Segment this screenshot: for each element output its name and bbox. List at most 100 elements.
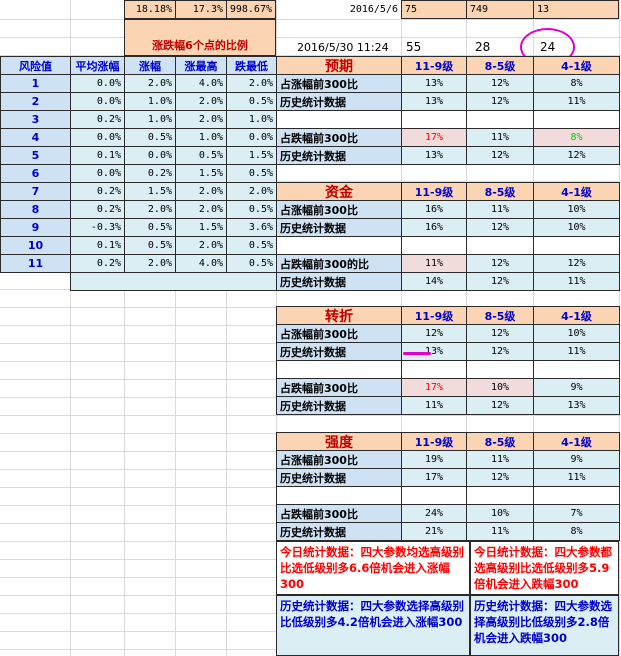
risk-metric: 2.0% [175, 236, 227, 255]
row-label: 占涨幅前300比 [276, 450, 402, 469]
row-value: 12% [466, 146, 534, 165]
row-label: 占涨幅前300比 [276, 74, 402, 93]
left-header-0: 风险值 [0, 56, 71, 75]
row-label: 占跌幅前300比 [276, 504, 402, 523]
risk-value: 1 [0, 74, 71, 93]
left-header-1: 平均涨幅 [70, 56, 125, 75]
row-value [533, 486, 620, 505]
row-value: 10% [533, 218, 620, 237]
row-value: 8% [533, 128, 620, 147]
row-value: 9% [533, 450, 620, 469]
row-value: 16% [401, 218, 467, 237]
risk-metric: 0.2% [70, 200, 125, 219]
risk-metric: 2.0% [226, 182, 277, 201]
row-value: 12% [533, 146, 620, 165]
level-header: 4-1级 [533, 56, 620, 75]
risk-metric: 0.0% [124, 146, 176, 165]
left-header-4: 跌最低 [226, 56, 277, 75]
row-value: 17% [401, 468, 467, 487]
row-value: 12% [466, 468, 534, 487]
row-value: 12% [466, 324, 534, 343]
risk-metric: 0.5% [226, 254, 277, 273]
risk-metric: 0.1% [70, 236, 125, 255]
row-value: 11% [466, 522, 534, 541]
risk-metric: 0.5% [124, 218, 176, 237]
row-value: 12% [466, 272, 534, 291]
row-value: 12% [401, 324, 467, 343]
row-value [401, 236, 467, 255]
row-label: 历史统计数据 [276, 342, 402, 361]
row-value [466, 486, 534, 505]
risk-metric: 1.0% [226, 110, 277, 129]
hist-up-note: 历史统计数据：四大参数选择高级别比低级别多4.2倍机会进入涨幅300 [276, 595, 470, 656]
risk-metric: 0.0% [70, 164, 125, 183]
row-label: 历史统计数据 [276, 272, 402, 291]
risk-value: 4 [0, 128, 71, 147]
ratio-label: 涨跌幅6个点的比例 [152, 38, 248, 52]
row-value [401, 110, 467, 129]
risk-metric: 2.0% [124, 200, 176, 219]
left-table-footer [70, 272, 277, 291]
risk-value: 3 [0, 110, 71, 129]
row-label: 占跌幅前300比 [276, 378, 402, 397]
row-value: 12% [466, 92, 534, 111]
row-label: 历史统计数据 [276, 468, 402, 487]
level-header: 11-9级 [401, 306, 467, 325]
row-value: 10% [466, 378, 534, 397]
row-value [401, 486, 467, 505]
left-header-2: 涨幅 [124, 56, 176, 75]
risk-metric: 0.5% [175, 146, 227, 165]
row-value: 12% [533, 254, 620, 273]
risk-metric: 0.0% [226, 128, 277, 147]
row-label: 历史统计数据 [276, 396, 402, 415]
risk-metric: 2.0% [124, 74, 176, 93]
row-value: 14% [401, 272, 467, 291]
top-count-a: 75 [401, 0, 467, 19]
risk-value: 11 [0, 254, 71, 273]
row-label: 历史统计数据 [276, 218, 402, 237]
risk-metric: 2.0% [175, 200, 227, 219]
row-value: 24% [401, 504, 467, 523]
row-value: 12% [466, 396, 534, 415]
top-count-b: 749 [466, 0, 534, 19]
row-value: 9% [533, 378, 620, 397]
top-date: 2016/5/6 [349, 4, 398, 15]
row-value: 10% [533, 200, 620, 219]
row-label [276, 110, 402, 129]
ratio-label-cell: 涨跌幅6个点的比例 [124, 19, 276, 56]
row-label: 历史统计数据 [276, 146, 402, 165]
row-value [466, 110, 534, 129]
risk-metric: 0.1% [70, 146, 125, 165]
risk-metric: 0.0% [70, 128, 125, 147]
risk-metric: 0.5% [226, 164, 277, 183]
row-value: 13% [401, 92, 467, 111]
row-value: 11% [466, 450, 534, 469]
risk-metric: 1.5% [175, 218, 227, 237]
row-value [466, 360, 534, 379]
section-title: 转折 [276, 306, 402, 325]
risk-value: 8 [0, 200, 71, 219]
risk-value: 2 [0, 92, 71, 111]
risk-metric: 2.0% [226, 74, 277, 93]
row-value: 7% [533, 504, 620, 523]
row-value [401, 360, 467, 379]
row-label [276, 486, 402, 505]
level-header: 11-9级 [401, 56, 467, 75]
risk-metric: -0.3% [70, 218, 125, 237]
row-label [276, 236, 402, 255]
risk-metric: 0.2% [124, 164, 176, 183]
risk-metric: 3.6% [226, 218, 277, 237]
current-datetime: 2016/5/30 11:24 [297, 40, 389, 54]
risk-metric: 0.5% [124, 236, 176, 255]
row-value: 11% [533, 272, 620, 291]
row-value: 10% [533, 324, 620, 343]
risk-value: 5 [0, 146, 71, 165]
risk-metric: 1.5% [226, 146, 277, 165]
risk-metric: 0.2% [70, 182, 125, 201]
today-down-note: 今日统计数据：四大参数都选高级别比选低级别多5.9倍机会进入跌幅300 [470, 541, 619, 595]
row-value: 12% [466, 218, 534, 237]
pen-mark-annotation [403, 352, 431, 355]
risk-metric: 4.0% [175, 254, 227, 273]
row-value: 11% [401, 396, 467, 415]
row-label: 占涨幅前300比 [276, 324, 402, 343]
